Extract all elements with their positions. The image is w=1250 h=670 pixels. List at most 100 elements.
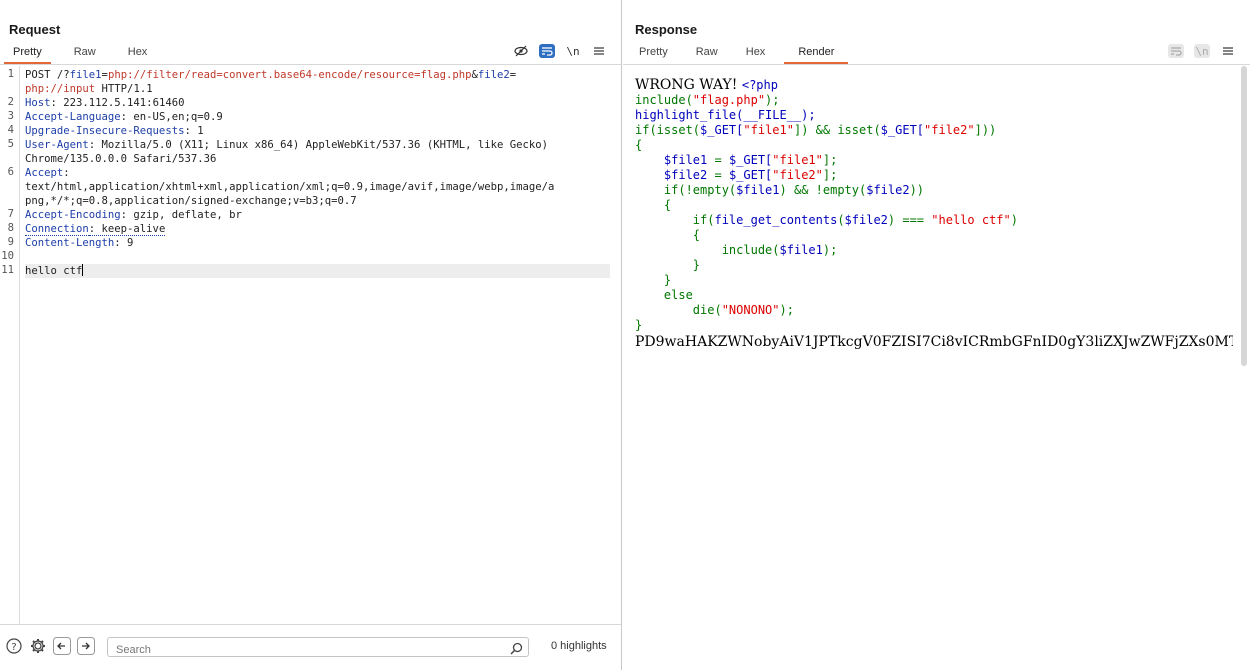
code-token: )) (909, 183, 925, 197)
tab-hex[interactable]: Hex (737, 43, 775, 64)
param-name: file2 (477, 69, 510, 81)
code-token: ); (822, 243, 838, 257)
code-token: } (635, 273, 672, 287)
header-value: : 1 (184, 125, 204, 137)
newline-toggle-icon[interactable]: \n (565, 44, 581, 58)
menu-icon[interactable] (591, 44, 607, 58)
header-key: Accept-Language (25, 111, 121, 123)
header-line: Connection: keep-alive (25, 222, 615, 236)
base64-output: PD9waHAKZWNobyAiV1JPTkcgV0FZISI7Ci8vICRm… (635, 334, 1233, 350)
source-line: if(file_get_contents($file2) === "hello … (635, 213, 1233, 228)
response-panel: Response Pretty Raw Hex Render \n WRONG … (623, 0, 1250, 670)
code-token: $_GET[ (728, 153, 773, 167)
tab-raw[interactable]: Raw (65, 43, 105, 64)
code-token: ) (1010, 213, 1018, 227)
code-token: { (635, 138, 643, 152)
source-line: } (635, 318, 1233, 333)
response-scrollbar[interactable] (1241, 66, 1247, 366)
code-token: $_GET[ (728, 168, 773, 182)
next-match-icon[interactable] (77, 637, 95, 655)
search-icon (510, 640, 523, 659)
header-key: Content-Length (25, 237, 115, 249)
text-caret (82, 264, 84, 276)
request-editor[interactable]: 1 2 3 4 5 6 7 8 9 10 11 POST /?file1=php… (0, 66, 621, 624)
header-key: Host (25, 97, 51, 109)
header-key: Accept-Encoding (25, 209, 121, 221)
code-token: = (714, 168, 729, 182)
header-value: : (63, 167, 70, 179)
source-line: } (635, 258, 1233, 273)
url-path: /? (56, 69, 70, 81)
code-token: ); (779, 303, 794, 317)
code-token: "file2" (772, 168, 823, 182)
hide-nonprintable-icon[interactable] (513, 44, 529, 58)
source-line: highlight_file(__FILE__); (635, 108, 1233, 123)
settings-icon[interactable] (29, 637, 47, 655)
word-wrap-icon[interactable] (539, 44, 555, 58)
header-value: : en-US,en;q=0.9 (120, 111, 223, 123)
tab-render[interactable]: Render (784, 43, 849, 64)
code-token: ) && !empty( (779, 183, 867, 197)
code-token: "file1" (772, 153, 823, 167)
code-token: file_get_contents (714, 213, 838, 227)
code-token: $file1 (736, 183, 780, 197)
code-token: $file1 (635, 153, 715, 167)
source-line: include("flag.php"); (635, 93, 1233, 108)
tab-raw[interactable]: Raw (687, 43, 727, 64)
request-code[interactable]: POST /?file1 = php://filter/read=convert.b… (25, 68, 615, 278)
burp-repeater: Request Pretty Raw Hex \n 1 2 3 4 5 6 7 … (0, 0, 1250, 670)
code-token: { (635, 228, 701, 242)
code-token: include( (635, 93, 693, 107)
param-value: php://input (25, 83, 96, 95)
rendered-response[interactable]: WRONG WAY! <?php include("flag.php"); hig… (623, 66, 1235, 670)
line-number: 2 (7, 96, 14, 108)
header-value: : gzip, deflate, br (120, 209, 242, 221)
source-line: { (635, 138, 1233, 153)
source-line: { (635, 198, 1233, 213)
search-field[interactable] (107, 637, 529, 659)
search-bar: ? 0 highlights (0, 624, 621, 670)
tab-pretty[interactable]: Pretty (4, 43, 51, 64)
code-token: } (635, 318, 643, 332)
newline-toggle-icon: \n (1194, 44, 1210, 58)
menu-icon[interactable] (1220, 44, 1236, 58)
code-token: include( (635, 243, 780, 257)
source-line: die("NONONO"); (635, 303, 1233, 318)
header-line-wrap: text/html,application/xhtml+xml,applicat… (25, 180, 615, 194)
php-open-tag: <?php (741, 78, 778, 92)
code-token: "file2" (924, 123, 975, 137)
code-token: ( (837, 213, 845, 227)
render-content: WRONG WAY! <?php include("flag.php"); hig… (635, 74, 1233, 350)
request-tab-divider (0, 64, 621, 65)
code-token: $file2 (635, 168, 715, 182)
param-eq: = (509, 69, 517, 81)
header-line-wrap: png,*/*;q=0.8,application/signed-exchang… (25, 194, 615, 208)
php-source: include("flag.php"); highlight_file(__FIL… (635, 93, 1233, 333)
search-input[interactable] (108, 641, 504, 659)
help-icon[interactable]: ? (5, 637, 23, 655)
line-gutter: 1 2 3 4 5 6 7 8 9 10 11 (0, 66, 20, 624)
request-line: POST /?file1 = php://filter/read=convert.b… (25, 68, 615, 82)
header-value: text/html,application/xhtml+xml,applicat… (25, 181, 555, 193)
source-line: if(!empty($file1) && !empty($file2)) (635, 183, 1233, 198)
tab-pretty[interactable]: Pretty (630, 43, 677, 64)
header-value: : 9 (114, 237, 134, 249)
previous-match-icon[interactable] (53, 637, 71, 655)
header-line: Upgrade-Insecure-Requests: 1 (25, 124, 615, 138)
word-wrap-icon (1168, 44, 1184, 58)
tab-hex[interactable]: Hex (119, 43, 157, 64)
http-method: POST (25, 69, 57, 81)
line-number: 5 (7, 138, 14, 150)
response-tab-divider (623, 64, 1250, 65)
header-key: Upgrade-Insecure-Requests (25, 125, 185, 137)
wrong-way-text: WRONG WAY! (635, 77, 742, 93)
code-token: "flag.php" (692, 93, 766, 107)
code-token: $file2 (844, 213, 888, 227)
code-token: ])) (974, 123, 997, 137)
code-token: $_GET[ (880, 123, 925, 137)
code-token: { (635, 198, 672, 212)
request-panel: Request Pretty Raw Hex \n 1 2 3 4 5 6 7 … (0, 0, 622, 670)
header-value: : keep-alive (88, 223, 166, 236)
source-line: if(isset($_GET["file1"]) && isset($_GET[… (635, 123, 1233, 138)
code-token: die( (635, 303, 722, 317)
